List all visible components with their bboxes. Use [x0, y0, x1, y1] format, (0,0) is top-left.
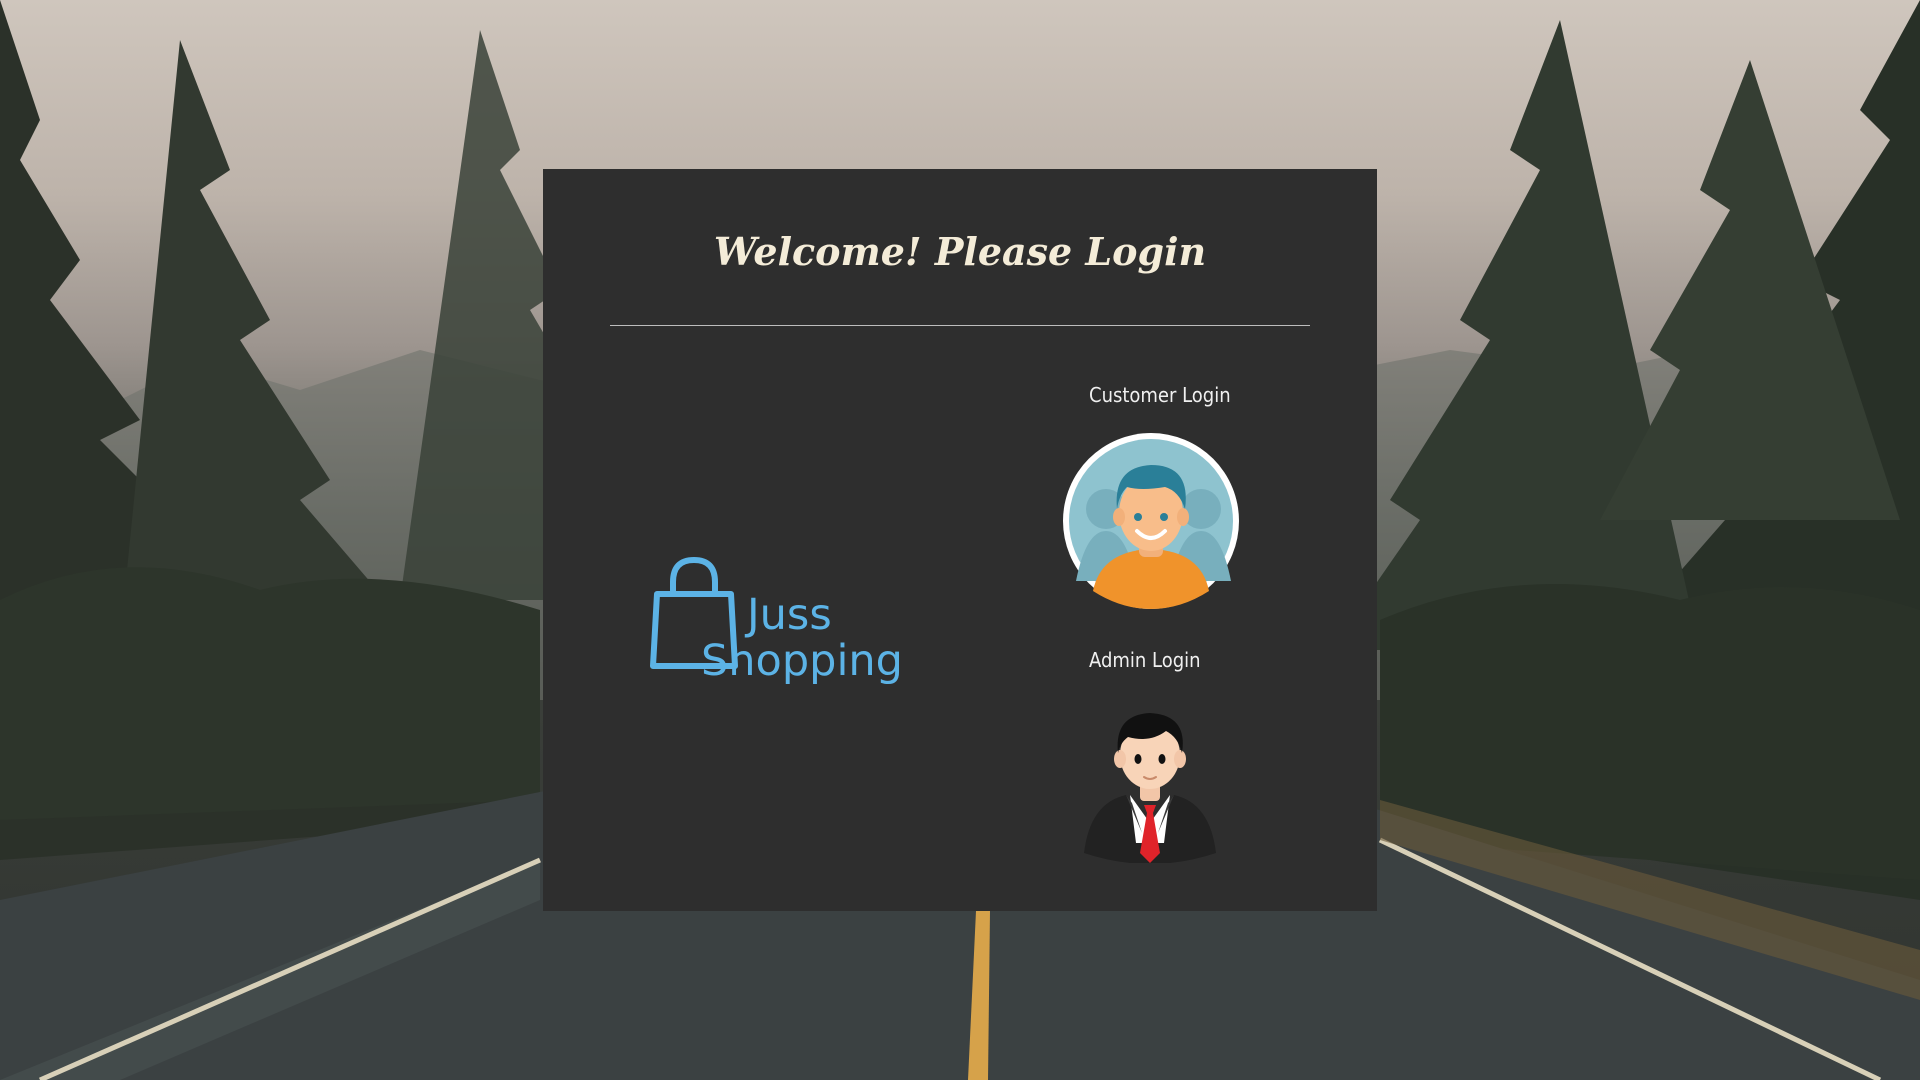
brand-name: Juss Shopping — [701, 590, 903, 684]
divider — [610, 325, 1310, 326]
page-title: Welcome! Please Login — [713, 229, 1207, 274]
brand-line-2: Shopping — [701, 636, 903, 686]
brand-line-1: Juss — [747, 590, 832, 640]
admin-avatar-icon — [1084, 713, 1216, 864]
customer-avatar-icon — [1063, 433, 1239, 609]
admin-login-label[interactable]: Admin Login — [1089, 648, 1201, 672]
login-panel: Welcome! Please Login Juss Shopping Cust… — [543, 169, 1377, 911]
admin-login-button[interactable] — [1080, 703, 1220, 864]
brand-logo: Juss Shopping — [647, 554, 903, 684]
customer-login-button[interactable] — [1061, 431, 1241, 611]
customer-login-label[interactable]: Customer Login — [1089, 383, 1231, 407]
